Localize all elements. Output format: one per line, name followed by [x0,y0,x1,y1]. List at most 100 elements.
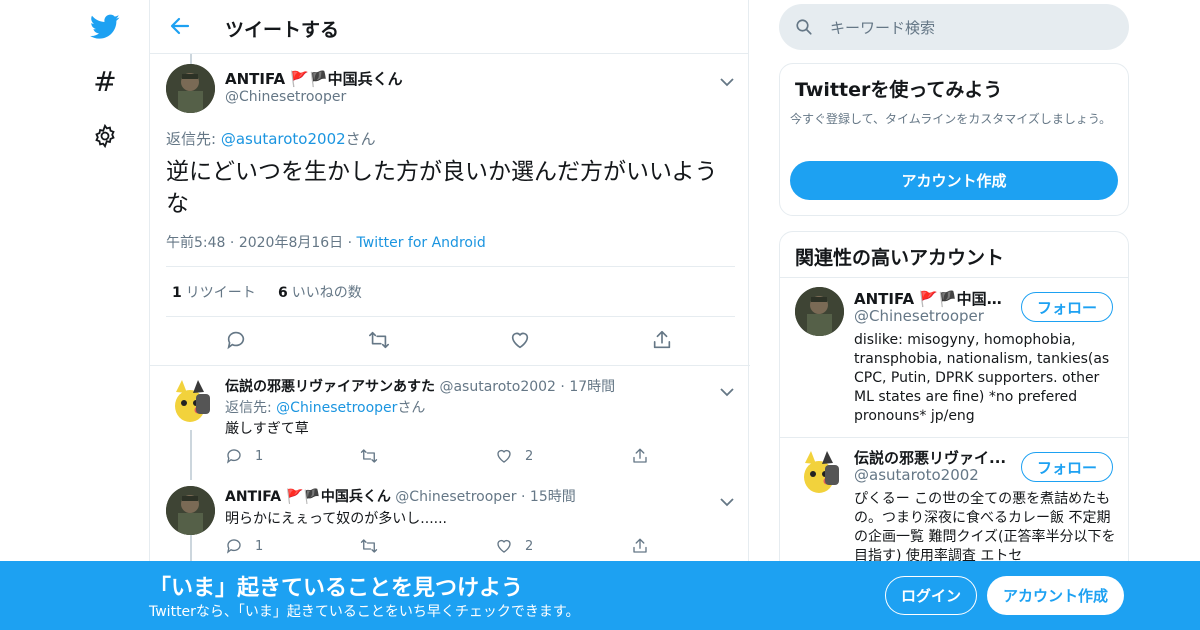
retweet-count: 1 [172,285,182,301]
divider [780,277,1128,278]
retweet-action[interactable] [359,447,391,465]
signup-card-title: Twitterを使ってみよう [795,79,1003,101]
reply-suffix: さん [345,130,376,148]
reply-action[interactable]: 1 [225,447,263,465]
follow-button[interactable]: フォロー [1021,452,1113,482]
separator: · [560,379,565,395]
author-name[interactable]: ANTIFA 🚩🏴中国兵くん [225,68,403,89]
search-icon [795,18,813,36]
reply-icon [226,539,241,554]
reply-header: ANTIFA 🚩🏴中国兵くん @Chinesetrooper · 15時間 [225,486,576,506]
share-icon[interactable] [651,329,675,353]
account-bio: dislike: misogyny, homophobia, transphob… [854,332,1110,424]
heart-icon [497,449,511,463]
tweet-meta: 午前5:48 · 2020年8月16日 · Twitter for Androi… [166,232,486,252]
gear-icon[interactable] [88,119,122,153]
share-icon [633,448,647,463]
reply-count: 1 [255,448,264,464]
reply-icon[interactable] [225,329,249,353]
page-title: ツイートする [225,19,340,41]
reply-suffix: さん [397,400,426,416]
retweet-icon [360,449,378,463]
like-action[interactable]: 2 [495,447,533,465]
twitter-bird-icon[interactable] [88,10,122,44]
hashtag-icon[interactable]: # [88,64,122,98]
search-input[interactable]: キーワード検索 [830,17,935,38]
signup-button[interactable]: アカウント作成 [987,576,1124,615]
left-nav: # [80,0,130,630]
tweet-text: 厳しすぎて草 [225,421,309,437]
share-icon [633,538,647,553]
banner-title: 「いま」起きていることを見つけよう [149,576,524,601]
reply-header: 伝説の邪悪リヴァイアサンあすた @asutaroto2002 · 17時間 [225,376,615,396]
retweet-stat[interactable]: 1 リツイート [172,285,256,301]
related-accounts-card: 関連性の高いアカウント ANTIFA 🚩🏴中国兵... @Chinesetroo… [779,231,1129,591]
chevron-down-icon[interactable] [720,72,734,87]
share-action[interactable] [631,537,661,555]
heart-icon [497,539,511,553]
tweet-time[interactable]: 15時間 [530,489,576,505]
tweet-time[interactable]: 17時間 [569,379,615,395]
avatar[interactable] [166,64,215,113]
signup-banner: 「いま」起きていることを見つけよう Twitterなら、「いま」起きていることを… [0,561,1200,630]
divider [166,316,735,317]
share-action[interactable] [631,447,661,465]
tweet-source[interactable]: Twitter for Android [357,235,486,251]
divider [166,266,735,267]
account-handle[interactable]: @Chinesetrooper [854,307,984,325]
login-button[interactable]: ログイン [885,576,977,615]
account-name[interactable]: 伝説の邪悪リヴァイ... [854,447,1014,468]
create-account-button[interactable]: アカウント作成 [790,161,1118,200]
author-handle[interactable]: @Chinesetrooper [395,489,516,505]
follow-button[interactable]: フォロー [1021,292,1113,322]
like-action[interactable]: 2 [495,537,533,555]
account-name[interactable]: ANTIFA 🚩🏴中国兵... [854,288,1014,309]
banner-subtitle: Twitterなら、「いま」起きていることをいち早くチェックできます。 [149,604,580,620]
like-label: いいねの数 [291,285,362,301]
like-stat[interactable]: 6 いいねの数 [278,285,362,301]
thread-connector [190,430,192,480]
retweet-icon[interactable] [367,329,391,353]
divider [780,437,1128,438]
reply-action[interactable]: 1 [225,537,263,555]
reply-count: 1 [255,538,264,554]
heart-icon[interactable] [509,329,533,353]
tweet-date[interactable]: 2020年8月16日 [239,235,343,251]
tweet-text: 逆にどいつを生かした方が良いか選んだ方がいいような [166,159,718,217]
reply-prefix: 返信先: [166,130,221,148]
search-box[interactable]: キーワード検索 [779,4,1129,50]
chevron-down-icon[interactable] [720,382,734,397]
signup-card-desc: 今すぐ登録して、タイムラインをカスタマイズしましょう。 [790,112,1112,126]
main-column: ツイートする ANTIFA 🚩🏴中国兵くん @Chinesetrooper 返信… [149,0,750,630]
reply-to-link[interactable]: @Chinesetrooper [276,400,397,416]
reply-to-link[interactable]: @asutaroto2002 [221,130,346,148]
avatar[interactable] [166,486,215,535]
author-handle[interactable]: @Chinesetrooper [225,89,346,105]
tweet-text: 明らかにえぇって奴のが多いし...... [225,511,448,527]
related-title: 関連性の高いアカウント [795,247,1005,269]
reply-tweet[interactable]: ANTIFA 🚩🏴中国兵くん @Chinesetrooper · 15時間 明ら… [150,476,750,561]
avatar[interactable] [795,287,844,336]
author-name[interactable]: ANTIFA 🚩🏴中国兵くん [225,489,391,505]
avatar[interactable] [795,447,844,496]
retweet-action[interactable] [359,537,391,555]
reply-prefix: 返信先: [225,400,277,416]
reply-tweet[interactable]: 伝説の邪悪リヴァイアサンあすた @asutaroto2002 · 17時間 返信… [150,366,750,476]
like-count: 2 [525,448,534,464]
tweet-time[interactable]: 午前5:48 [166,235,225,251]
separator: · [347,235,353,251]
separator: · [229,235,235,251]
retweet-icon [360,539,378,553]
reply-context: 返信先: @asutaroto2002さん [166,128,376,149]
back-arrow-icon[interactable] [168,14,194,40]
reply-icon [226,449,241,464]
signup-card: Twitterを使ってみよう 今すぐ登録して、タイムラインをカスタマイズしましょ… [779,63,1129,216]
author-name[interactable]: 伝説の邪悪リヴァイアサンあすた [225,379,435,395]
account-bio: ぴくるー この世の全ての悪を煮詰めたもの。つまり深夜に食べるカレー飯 不定期の企… [854,491,1116,564]
like-count: 2 [525,538,534,554]
account-handle[interactable]: @asutaroto2002 [854,466,979,484]
avatar[interactable] [166,376,215,425]
retweet-label: リツイート [185,285,256,301]
author-handle[interactable]: @asutaroto2002 [439,379,556,395]
chevron-down-icon[interactable] [720,492,734,507]
